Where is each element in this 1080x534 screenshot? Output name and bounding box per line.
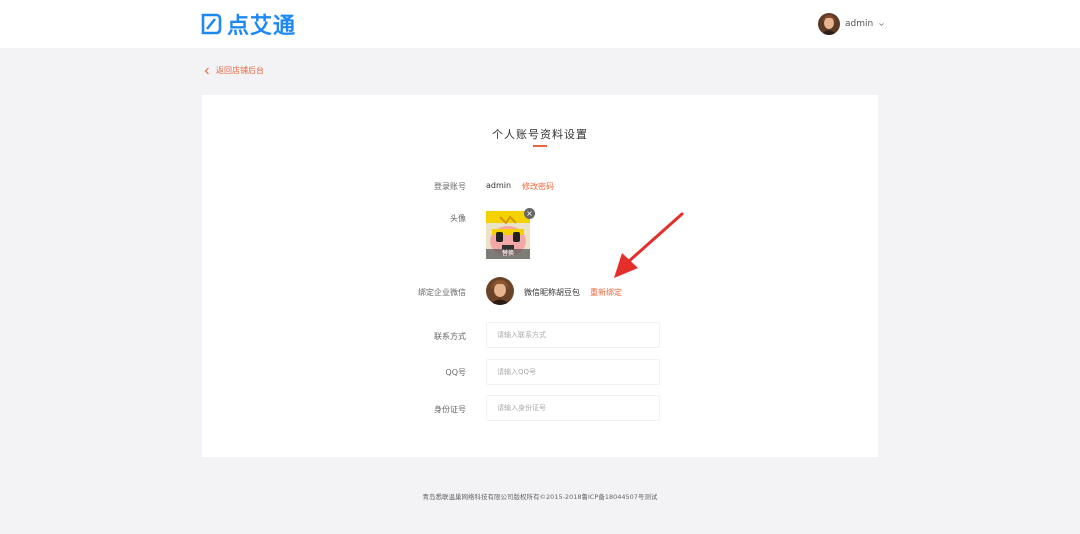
avatar-upload[interactable]: 替换 — [486, 211, 530, 259]
logo[interactable]: 点艾通 — [199, 9, 296, 39]
contact-label: 联系方式 — [434, 332, 466, 341]
change-password-link[interactable]: 修改密码 — [522, 181, 554, 192]
login-account-value: admin — [486, 181, 512, 190]
wechat-avatar — [486, 277, 514, 305]
avatar-label: 头像 — [450, 214, 466, 223]
logo-text: 点艾通 — [227, 14, 297, 39]
annotation-arrow-icon — [614, 212, 684, 278]
avatar — [818, 13, 840, 35]
logo-icon — [201, 13, 222, 35]
qq-input[interactable] — [486, 359, 660, 385]
back-label: 返回店铺后台 — [216, 66, 264, 75]
chevron-left-icon — [204, 67, 209, 74]
username: admin — [845, 19, 874, 29]
qq-label: QQ号 — [445, 368, 466, 377]
user-menu[interactable]: admin — [818, 12, 885, 36]
avatar-replace-button[interactable]: 替换 — [486, 249, 530, 259]
page-title: 个人账号资料设置 — [492, 128, 588, 141]
wechat-bind-label: 绑定企业微信 — [418, 288, 466, 297]
top-bar: 点艾通 admin — [0, 0, 1080, 48]
id-card-input[interactable] — [486, 395, 660, 421]
rebind-link[interactable]: 重新绑定 — [590, 287, 622, 298]
id-card-label: 身份证号 — [434, 405, 466, 414]
login-account-label: 登录账号 — [434, 182, 466, 191]
chevron-down-icon — [879, 22, 885, 26]
footer-copyright: 青岛悉联温巢网络科技有限公司版权所有©2015-2018鲁ICP备1804450… — [422, 493, 658, 501]
contact-input[interactable] — [486, 322, 660, 348]
close-icon[interactable]: × — [524, 208, 535, 219]
back-to-store-link[interactable]: 返回店铺后台 — [204, 65, 264, 76]
title-underline — [533, 145, 547, 147]
wechat-nickname: 微信昵称胡豆包 — [524, 288, 580, 297]
